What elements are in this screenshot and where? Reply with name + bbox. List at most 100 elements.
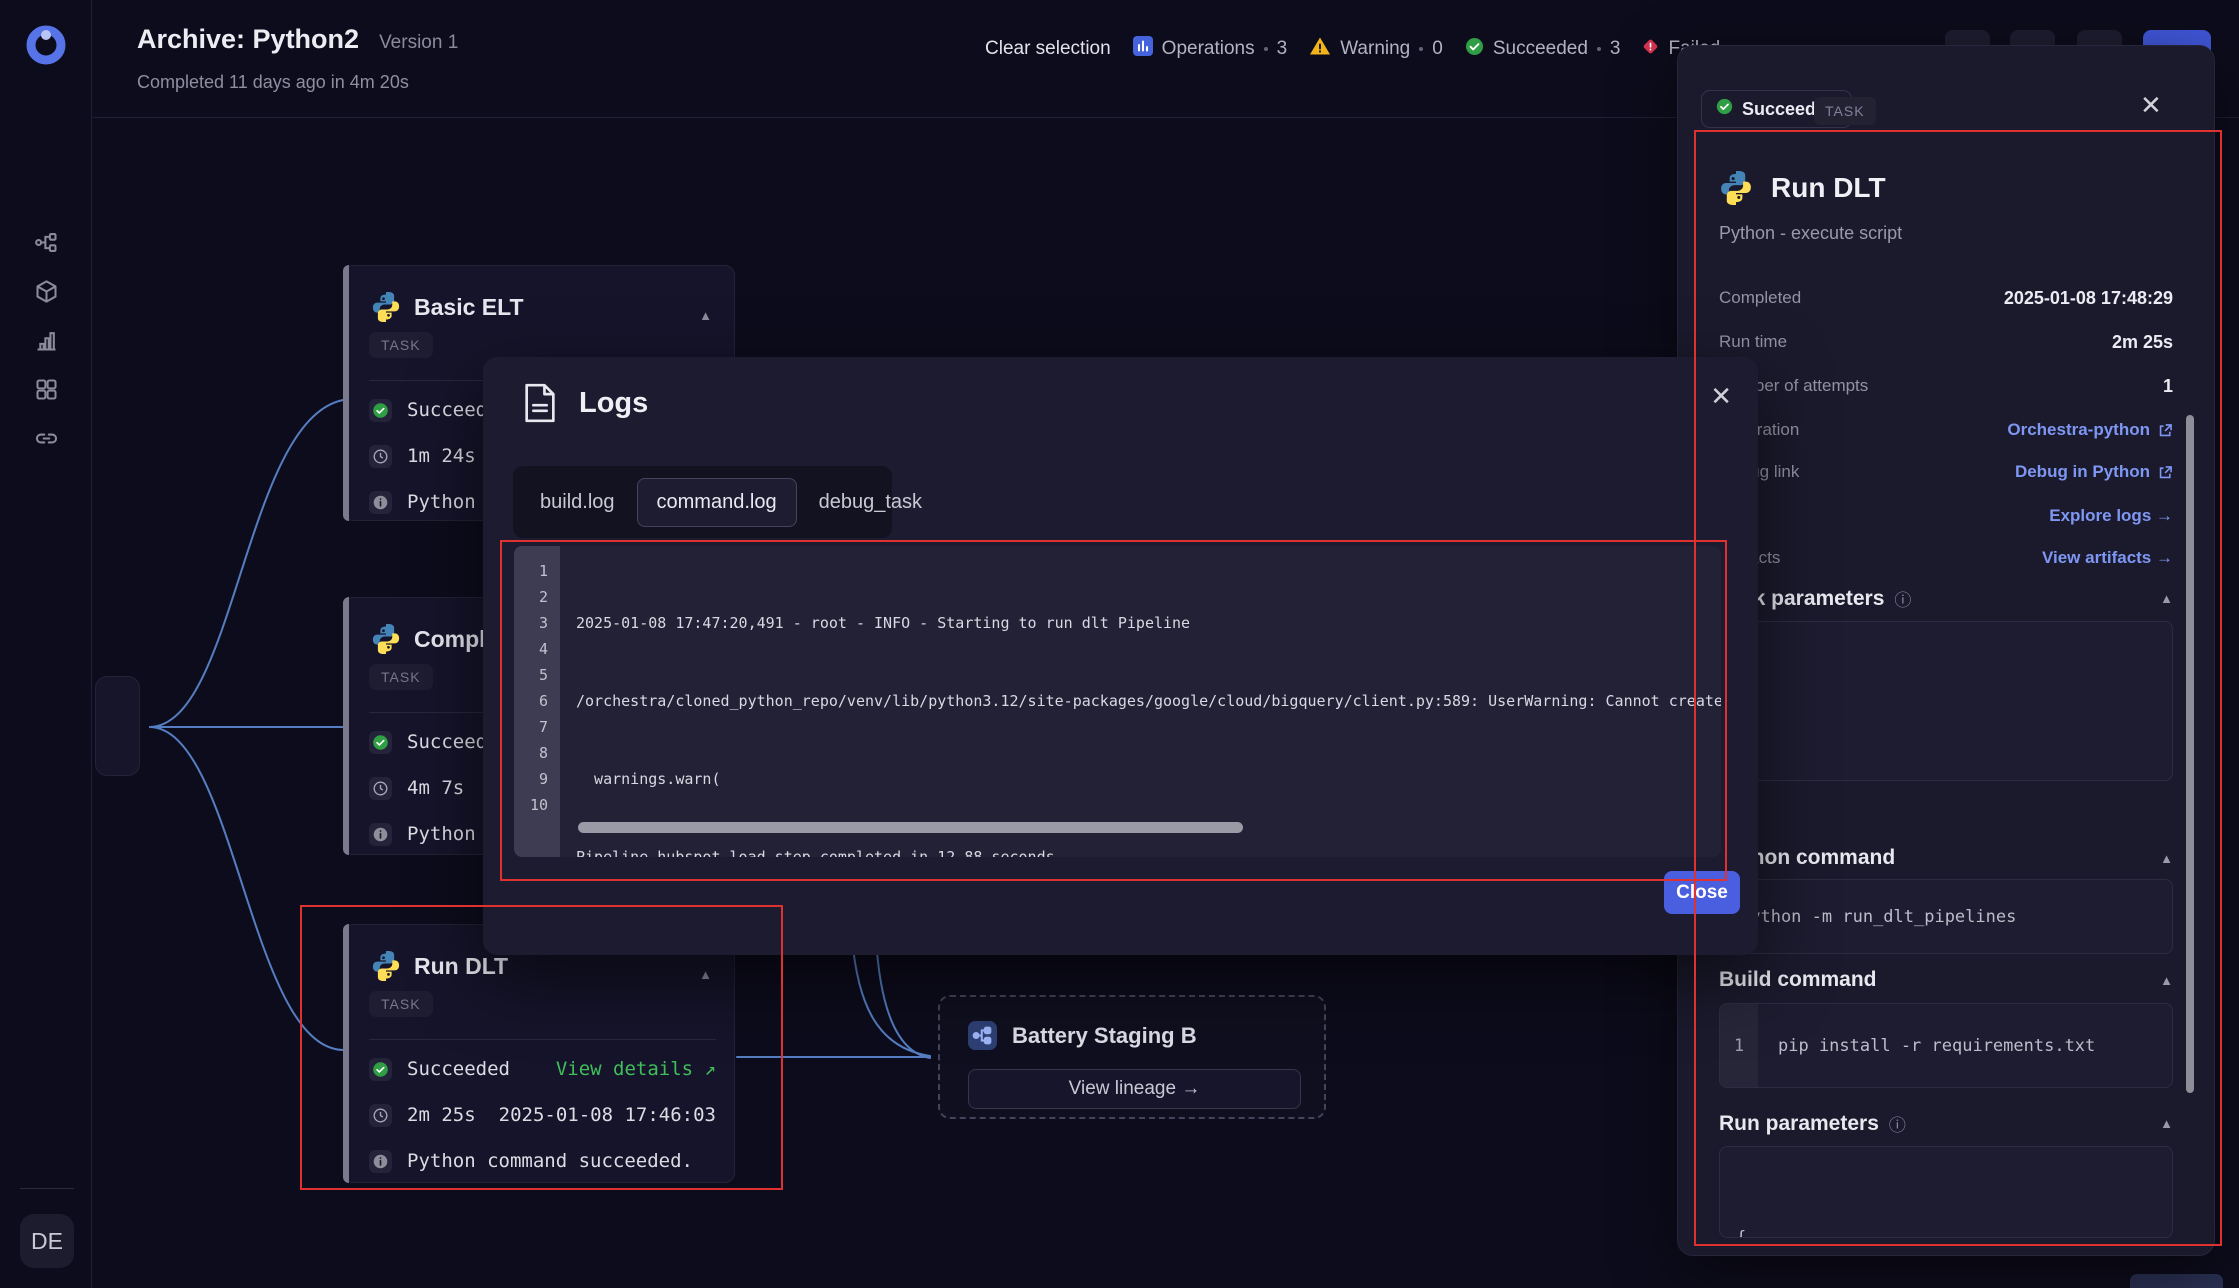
nav-apps-icon[interactable]	[33, 376, 60, 403]
page-header: Archive: Python2 Version 1	[137, 24, 458, 55]
status-check-icon	[369, 730, 392, 754]
nav-metrics-icon[interactable]	[33, 327, 60, 354]
runtime-text: 1m 24s	[407, 445, 476, 467]
succeeded-count: 3	[1609, 38, 1621, 59]
collapse-icon[interactable]: ▲	[2160, 591, 2173, 606]
kv-label: Run time	[1719, 332, 1788, 351]
log-line: 2025-01-08 17:47:20,491 - root - INFO - …	[576, 614, 1191, 632]
code-line: pip install -r requirements.txt	[1778, 1035, 2096, 1056]
collapse-icon[interactable]: ▲	[699, 308, 712, 323]
line-number: 3	[538, 614, 548, 632]
card-info-row: Python command succeeded.	[369, 1149, 716, 1173]
task-type-tag: TASK	[369, 332, 433, 358]
log-tabs: build.log command.log debug_task	[513, 466, 922, 538]
warning-label: Warning	[1340, 38, 1411, 59]
code-line: {	[1736, 698, 2156, 728]
separator-dot	[1419, 47, 1424, 51]
corner-widget[interactable]	[2130, 1274, 2223, 1288]
collapsed-group-node[interactable]	[95, 676, 140, 776]
link-text: Orchestra-python	[2007, 420, 2150, 439]
info-icon	[369, 1149, 392, 1173]
version-label: Version 1	[379, 32, 459, 53]
view-lineage-button[interactable]: View lineage →	[968, 1069, 1301, 1109]
close-button[interactable]: Close	[1664, 871, 1740, 914]
view-artifacts-link[interactable]: View artifacts →	[2042, 548, 2173, 568]
kv-row-integration: Integration Orchestra-python	[1719, 418, 2173, 442]
panel-subtitle: Python - execute script	[1719, 223, 1903, 243]
link-text: View artifacts →	[2041, 548, 2173, 567]
collapse-icon[interactable]: ▲	[699, 967, 712, 982]
log-line: Pipeline hubspot load step completed in …	[576, 848, 1055, 857]
integration-link[interactable]: Orchestra-python	[2007, 420, 2173, 440]
line-number: 5	[538, 666, 548, 684]
separator-dot	[1263, 47, 1268, 51]
python-icon	[1719, 171, 1753, 205]
collapse-icon[interactable]: ▲	[2160, 973, 2173, 988]
info-text: Python command succeeded.	[407, 1150, 693, 1172]
kv-value: 2m 25s	[2111, 331, 2173, 352]
nav-connections-icon[interactable]	[33, 425, 60, 452]
tab-build-log[interactable]: build.log	[520, 478, 635, 527]
tab-command-log[interactable]: command.log	[636, 477, 797, 527]
kv-row-completed: Completed 2025-01-08 17:48:29	[1719, 286, 2173, 310]
panel-title-row: Run DLT	[1719, 171, 1886, 205]
log-line: /orchestra/cloned_python_repo/venv/lib/p…	[576, 692, 1721, 710]
card-accent-bar	[343, 265, 349, 521]
kv-row-logs: Explore logs →	[1719, 504, 2173, 528]
page-subtitle: Completed 11 days ago in 4m 20s	[137, 72, 409, 92]
clear-selection-button[interactable]: Clear selection	[985, 38, 1111, 60]
card-header: Run DLT	[371, 951, 508, 981]
sidebar: DE	[0, 0, 92, 1288]
tab-debug-task[interactable]: debug_task	[799, 478, 942, 527]
line-number-gutter: 1	[1720, 1004, 1758, 1087]
card-title: Basic ELT	[414, 293, 524, 320]
python-icon	[371, 951, 401, 981]
section-task-parameters: Task parameters ⓘ ▲	[1719, 586, 2173, 611]
panel-title: Run DLT	[1771, 172, 1886, 203]
link-text: Explore logs →	[2049, 506, 2173, 525]
task-card-run-dlt[interactable]: Run DLT ▲ TASK Succeeded View details ↗ …	[343, 924, 735, 1183]
card-title: Battery Staging B	[1012, 1022, 1197, 1048]
card-divider	[369, 1039, 716, 1040]
external-link-icon	[2159, 423, 2172, 436]
operations-label: Operations	[1161, 38, 1255, 59]
collapse-icon[interactable]: ▲	[2160, 1116, 2173, 1131]
task-type-tag: TASK	[369, 664, 433, 690]
task-type-tag: TASK	[1814, 97, 1876, 125]
warning-counter[interactable]: Warning 0	[1309, 35, 1443, 63]
debug-in-python-link[interactable]: Debug in Python	[2015, 462, 2173, 482]
code-line: python -m run_dlt_pipelines	[1740, 906, 2017, 927]
section-build-command: Build command ▲	[1719, 968, 2173, 992]
close-icon[interactable]: ✕	[2140, 90, 2162, 121]
operations-counter[interactable]: Operations 3	[1132, 36, 1288, 62]
nav-pipelines-icon[interactable]	[33, 229, 60, 256]
collapse-icon[interactable]: ▲	[2160, 851, 2173, 866]
python-command-code: python -m run_dlt_pipelines	[1719, 879, 2173, 954]
card-title: Run DLT	[414, 952, 509, 979]
kv-label: Completed	[1719, 288, 1802, 307]
log-horizontal-scrollbar[interactable]	[578, 822, 1243, 833]
clock-icon	[369, 1103, 392, 1127]
info-icon: ⓘ	[1888, 1116, 1906, 1135]
lineage-card-battery-staging-b[interactable]: Battery Staging B View lineage →	[938, 995, 1326, 1119]
card-runtime-row: 2m 25s 2025-01-08 17:46:03	[369, 1103, 716, 1127]
failed-icon	[1642, 38, 1659, 61]
log-text: 2025-01-08 17:47:20,491 - root - INFO - …	[560, 546, 1721, 857]
timestamp-text: 2025-01-08 17:46:03	[498, 1104, 716, 1126]
card-accent-bar	[343, 597, 349, 855]
panel-scrollbar[interactable]	[2186, 415, 2194, 1093]
app-logo-icon[interactable]	[23, 22, 69, 68]
explore-logs-link[interactable]: Explore logs →	[2049, 506, 2173, 526]
separator-dot	[1596, 47, 1601, 51]
user-avatar[interactable]: DE	[20, 1214, 74, 1268]
nav-products-icon[interactable]	[33, 278, 60, 305]
operations-count: 3	[1276, 38, 1288, 59]
log-line-numbers: 1 2 3 4 5 6 7 8 9 10	[514, 546, 560, 857]
card-accent-bar	[343, 924, 349, 1183]
view-details-link[interactable]: View details ↗	[556, 1058, 716, 1080]
close-icon[interactable]: ✕	[1710, 381, 1732, 412]
warning-icon	[1309, 35, 1331, 63]
modal-header: Logs	[523, 383, 648, 423]
kv-row-debug-link: Debug link Debug in Python	[1719, 460, 2173, 484]
succeeded-counter[interactable]: Succeeded 3	[1465, 37, 1621, 62]
